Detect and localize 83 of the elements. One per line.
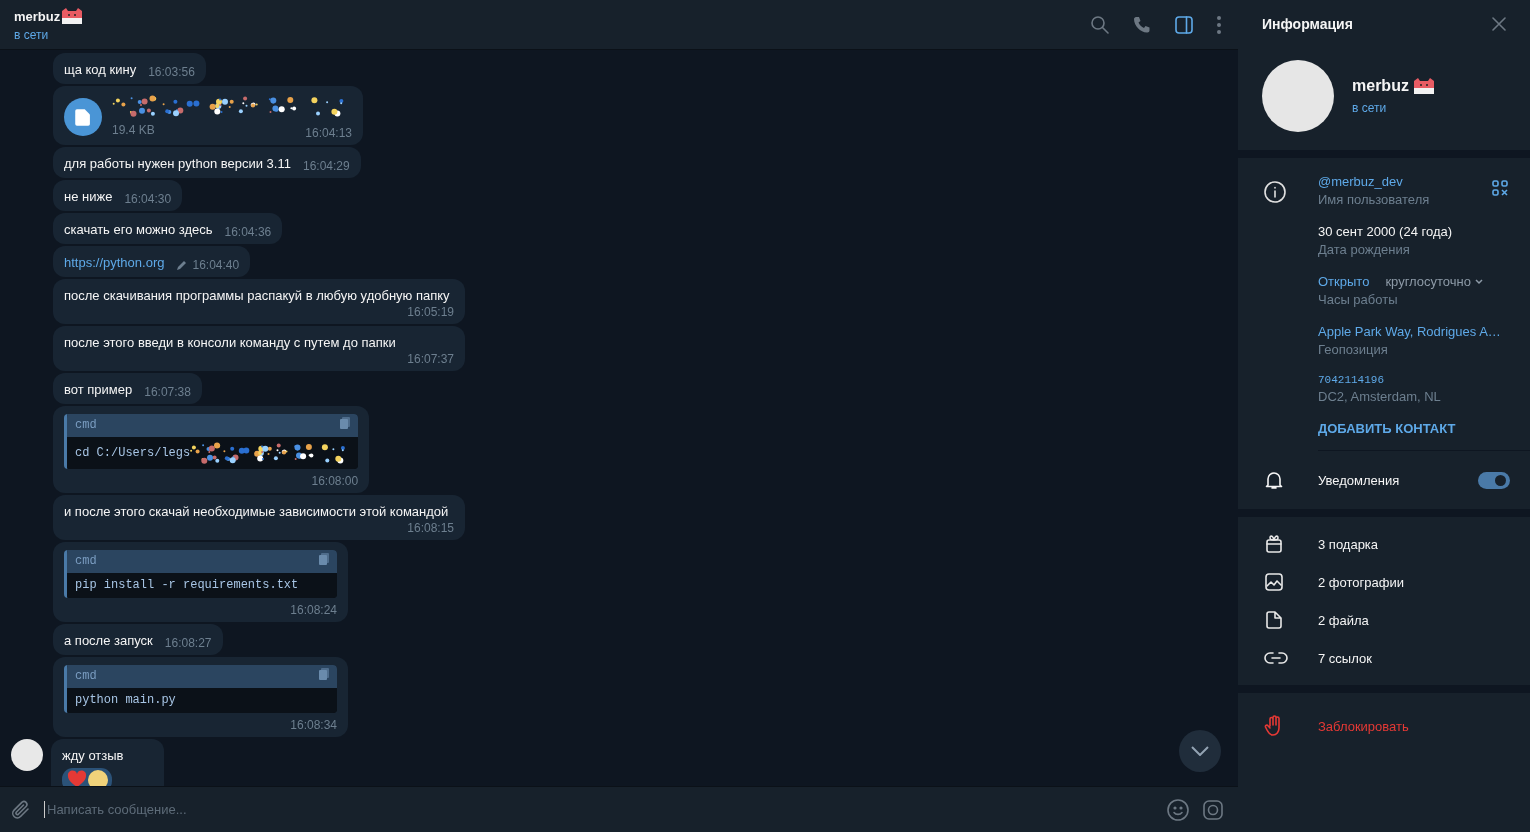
message-time: 16:07:38 [144,384,191,401]
qr-code-icon[interactable] [1492,180,1508,196]
code-language: cmd [75,553,97,570]
message-text: для работы нужен python версии 3.11 [64,155,291,172]
emoji-status-icon [61,7,84,25]
media-item[interactable]: 7 ссылок [1238,639,1530,677]
message-text: вот пример [64,381,133,398]
field-label: Имя пользователя [1318,192,1431,207]
message-text: не ниже [64,188,113,205]
message-time: 16:04:29 [302,158,350,175]
more-icon [1216,14,1222,35]
message-input[interactable]: Написать сообщение... [44,801,1154,818]
username-link[interactable]: @merbuz_dev [1318,174,1514,189]
message-time: 16:04:36 [224,224,272,241]
media-item[interactable]: 3 подарка [1238,525,1530,563]
user-id: 7042114196 [1318,374,1385,386]
message-text: жду отзыв [62,748,124,763]
code-text: pip install -r requirements.txt [75,577,299,594]
emoji-status-icon [1412,77,1435,95]
copy-icon[interactable] [319,553,329,565]
phone-icon [1132,14,1152,35]
hours-dropdown[interactable]: круглосуточно [1385,274,1483,289]
location-link[interactable]: Apple Park Way, Rodrigues A… [1318,324,1514,339]
notifications-label: Уведомления [1318,472,1401,488]
online-status: в сети [14,28,50,42]
message-time: 16:07:37 [407,351,454,368]
message-time: 16:04:13 [305,125,352,142]
media-item[interactable]: 2 фотографии [1238,563,1530,601]
message-text: скачать его можно здесь [64,221,213,238]
link-icon [1264,651,1288,665]
file-icon [1264,610,1284,630]
bell-icon [1264,470,1284,490]
message-composer[interactable]: Написать сообщение... [0,786,1238,832]
chevron-down-icon [1475,278,1483,285]
field-label: Часы работы [1318,292,1399,307]
chevron-down-icon [1191,746,1209,756]
file-size: 19.4 KB [112,122,155,139]
code-language: cmd [75,668,97,685]
message-text: ща код кину [64,61,137,78]
reactor-avatar-icon [88,770,108,786]
copy-icon[interactable] [319,668,329,680]
image-icon [1264,572,1284,592]
media-item[interactable]: 2 файла [1238,601,1530,639]
add-contact-button[interactable]: ДОБАВИТЬ КОНТАКТ [1318,421,1456,436]
copy-icon[interactable] [340,417,351,429]
message-time: 16:03:56 [148,64,195,81]
close-button[interactable] [1492,17,1506,31]
attach-button[interactable] [10,798,32,821]
code-text: python main.py [75,692,176,709]
message-time: 16:08:34 [290,717,337,734]
message-time: 16:05:19 [407,304,454,321]
info-icon [1264,181,1286,203]
field-label: DC2, Amsterdam, NL [1318,389,1442,404]
field-label: Дата рождения [1318,242,1411,257]
message-link[interactable]: https://python.org [64,254,165,271]
birthday-value: 30 сент 2000 (24 года) [1318,224,1454,239]
heart-reaction-icon[interactable] [66,770,88,786]
message-text: и после этого скачай необходимые зависимости этой командой [64,503,450,520]
message-text: а после запуск [64,632,153,649]
message-text: после этого введи в консоли команду с путем до папки [64,334,397,351]
field-label: Геопозиция [1318,342,1389,357]
profile-name: merbuz [1352,77,1409,95]
online-status: в сети [1352,101,1388,115]
notifications-toggle[interactable] [1478,471,1510,489]
panel-title: Информация [1262,16,1353,32]
message-time: 16:04:30 [124,191,172,208]
open-status: Открыто [1318,274,1370,289]
side-panel-icon [1174,14,1194,35]
contact-name: merbuz [14,8,61,24]
gift-icon [1264,534,1284,554]
camera-button[interactable] [1202,798,1224,821]
search-icon [1090,14,1110,35]
message-text: после скачивания программы распакуй в любую удобную папку [64,287,451,304]
message-time: 16:04:40 [192,257,240,274]
scroll-down-button[interactable] [1179,730,1221,772]
code-language: cmd [75,417,97,434]
emoji-button[interactable] [1166,797,1190,822]
message-time: 16:08:00 [311,473,359,490]
message-time: 16:08:27 [164,635,212,652]
message-time: 16:08:24 [290,602,337,619]
avatar[interactable] [11,739,43,771]
code-text: cd C:/Users/legs [75,444,191,462]
message-time: 16:08:15 [407,520,454,537]
